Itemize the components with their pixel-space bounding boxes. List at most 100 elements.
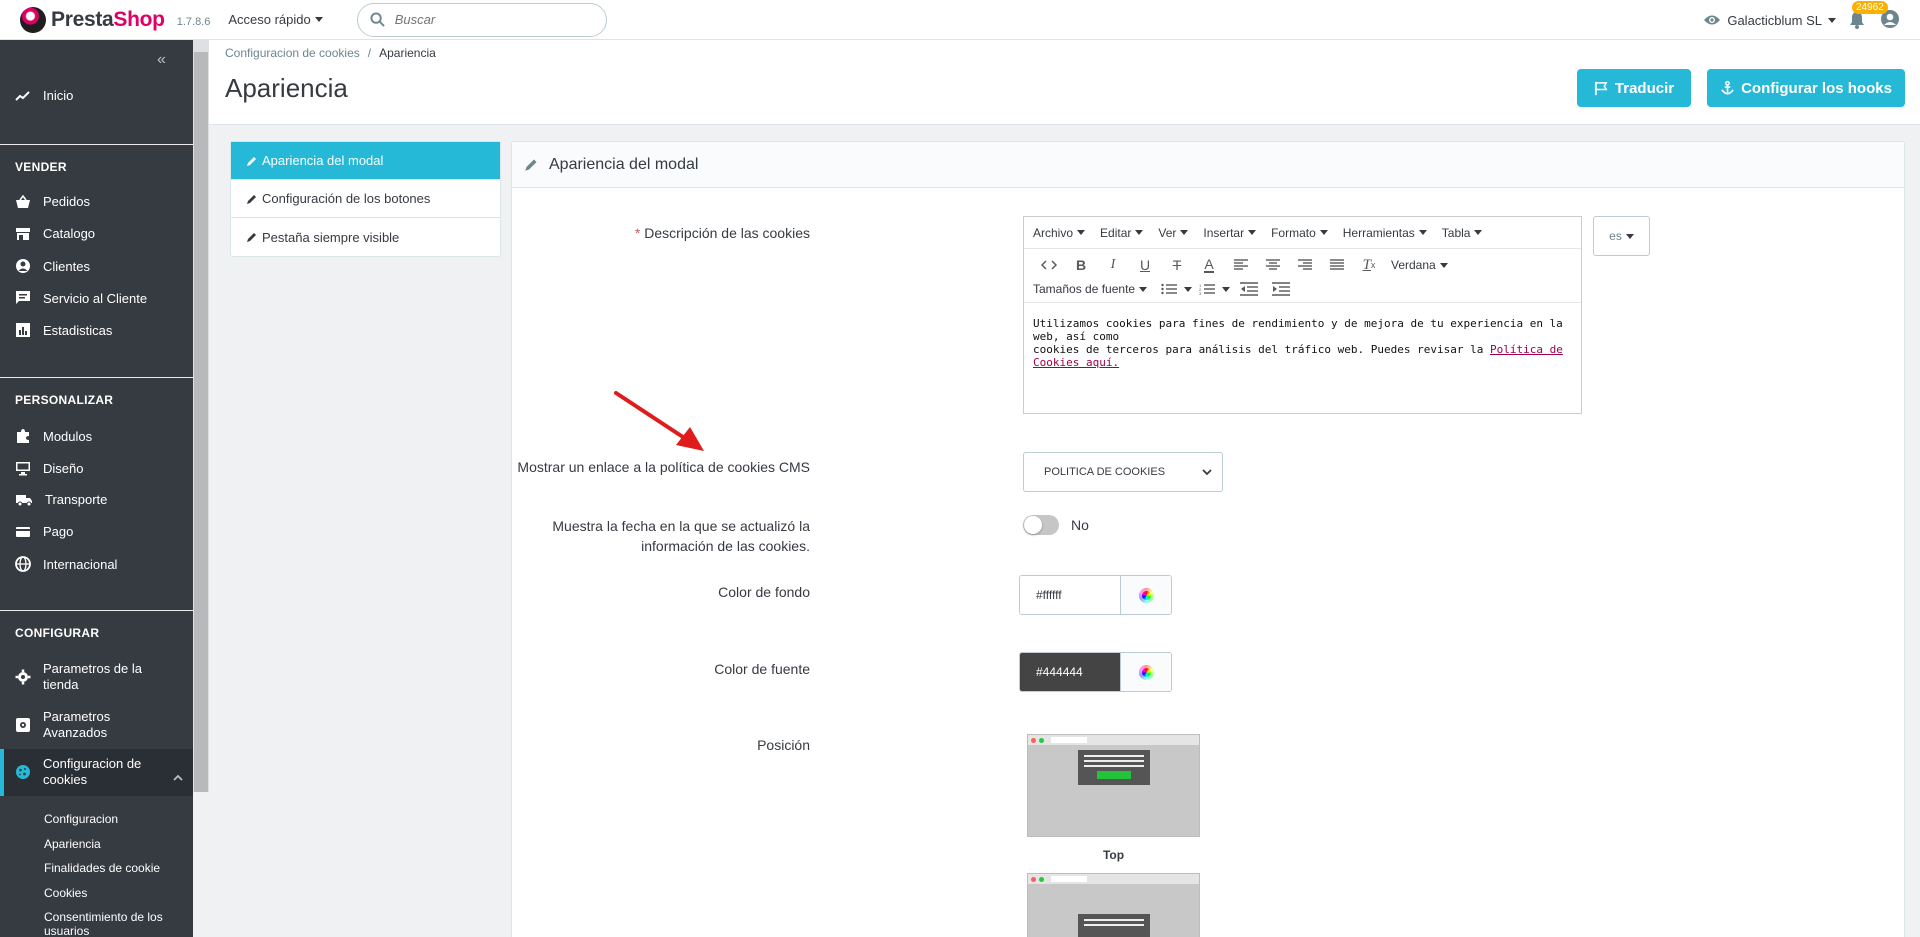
language-dropdown[interactable]: es bbox=[1593, 216, 1650, 256]
bullet-list-dropdown[interactable] bbox=[1181, 286, 1195, 292]
sidebar-item-configuracion-cookies-label[interactable]: Configuracion de cookies bbox=[15, 756, 141, 788]
tab-pestana-visible[interactable]: Pestaña siempre visible bbox=[231, 218, 500, 256]
cms-page-select[interactable]: POLITICA DE COOKIES bbox=[1023, 452, 1223, 492]
sidebar-item-catalogo[interactable]: Catalogo bbox=[15, 226, 95, 241]
translate-button[interactable]: Traducir bbox=[1577, 69, 1691, 107]
rich-text-editor[interactable]: Archivo Editar Ver Insertar Formato Herr… bbox=[1023, 216, 1582, 414]
menu-insertar[interactable]: Insertar bbox=[1203, 226, 1257, 240]
panel-header: Apariencia del modal bbox=[512, 142, 1904, 188]
card-icon bbox=[16, 526, 30, 537]
text-color-icon[interactable]: A bbox=[1193, 253, 1225, 277]
menu-herramientas[interactable]: Herramientas bbox=[1343, 226, 1427, 240]
font-color-button[interactable] bbox=[1120, 653, 1171, 691]
chevron-down-icon bbox=[1202, 468, 1212, 475]
show-date-toggle[interactable]: No bbox=[1023, 515, 1089, 535]
align-justify-icon[interactable] bbox=[1321, 253, 1353, 277]
sidebar-item-estadisticas[interactable]: Estadisticas bbox=[15, 322, 112, 338]
tab-apariencia-modal[interactable]: Apariencia del modal bbox=[231, 142, 500, 180]
menu-ver[interactable]: Ver bbox=[1158, 226, 1189, 240]
sidebar-subitem-configuracion[interactable]: Configuracion bbox=[44, 812, 118, 826]
trend-icon bbox=[15, 90, 30, 101]
cms-link-label: Mostrar un enlace a la política de cooki… bbox=[517, 459, 810, 475]
puffin-logo-icon bbox=[20, 6, 46, 33]
menu-archivo[interactable]: Archivo bbox=[1033, 226, 1086, 240]
bullet-list-icon[interactable] bbox=[1157, 277, 1181, 301]
shop-view-link[interactable]: Galacticblum SL bbox=[1703, 13, 1836, 28]
indent-icon[interactable] bbox=[1265, 277, 1297, 301]
sidebar-section-vender: VENDER bbox=[15, 160, 67, 174]
prestashop-logo[interactable]: PrestaShop bbox=[20, 6, 165, 33]
collapse-sidebar-icon[interactable]: « bbox=[157, 51, 166, 69]
sidebar-subitem-consentimiento[interactable]: Consentimiento de los usuarios bbox=[44, 910, 163, 937]
bg-color-input[interactable]: #ffffff bbox=[1020, 576, 1120, 614]
sidebar-item-clientes[interactable]: Clientes bbox=[15, 258, 90, 274]
user-icon bbox=[16, 259, 30, 273]
underline-icon[interactable]: U bbox=[1129, 253, 1161, 277]
notifications-badge: 24962 bbox=[1852, 1, 1888, 14]
sidebar-subitem-finalidades[interactable]: Finalidades de cookie bbox=[44, 861, 160, 875]
strikethrough-icon[interactable]: T bbox=[1161, 253, 1193, 277]
source-code-icon[interactable] bbox=[1033, 253, 1065, 277]
sidebar-item-inicio[interactable]: Inicio bbox=[15, 88, 73, 103]
sidebar-item-internacional[interactable]: Internacional bbox=[15, 556, 117, 572]
font-color-input[interactable]: #444444 bbox=[1020, 653, 1120, 691]
breadcrumb-parent-link[interactable]: Configuracion de cookies bbox=[225, 46, 360, 60]
breadcrumb: Configuracion de cookies / Apariencia bbox=[225, 46, 436, 60]
search-input[interactable] bbox=[394, 12, 585, 27]
numbered-list-icon[interactable]: 123 bbox=[1195, 277, 1219, 301]
sidebar-subitem-apariencia[interactable]: Apariencia bbox=[44, 837, 101, 851]
scrollbar-thumb[interactable] bbox=[194, 52, 208, 792]
italic-icon[interactable]: I bbox=[1097, 253, 1129, 277]
menu-formato[interactable]: Formato bbox=[1271, 226, 1328, 240]
bg-color-picker: #ffffff bbox=[1019, 575, 1172, 615]
eye-icon bbox=[1704, 15, 1721, 25]
sidebar-item-parametros-tienda[interactable]: Parametros de la tienda bbox=[15, 661, 142, 693]
pencil-icon bbox=[247, 233, 256, 242]
sidebar-item-servicio-cliente[interactable]: Servicio al Cliente bbox=[15, 290, 147, 306]
store-icon bbox=[16, 227, 30, 240]
clear-format-icon[interactable]: Tx bbox=[1353, 253, 1385, 277]
basket-icon bbox=[16, 194, 30, 208]
quick-access-dropdown[interactable]: Acceso rápido bbox=[228, 12, 323, 27]
search-box[interactable] bbox=[356, 2, 607, 37]
position-option-top[interactable] bbox=[1027, 734, 1200, 837]
sidebar-item-parametros-avanzados[interactable]: Parametros Avanzados bbox=[15, 709, 110, 741]
align-left-icon[interactable] bbox=[1225, 253, 1257, 277]
sidebar-item-transporte[interactable]: Transporte bbox=[15, 492, 107, 507]
chevron-up-icon[interactable] bbox=[173, 774, 183, 781]
bg-color-button[interactable] bbox=[1120, 576, 1171, 614]
globe-icon bbox=[15, 556, 31, 572]
sidebar-item-pago[interactable]: Pago bbox=[15, 524, 73, 539]
sidebar-item-diseno[interactable]: Diseño bbox=[15, 460, 83, 476]
sidebar-item-pedidos[interactable]: Pedidos bbox=[15, 194, 90, 209]
configure-hooks-button[interactable]: Configurar los hooks bbox=[1707, 69, 1905, 107]
position-label: Posición bbox=[757, 737, 810, 753]
outdent-icon[interactable] bbox=[1233, 277, 1265, 301]
align-right-icon[interactable] bbox=[1289, 253, 1321, 277]
position-top-label: Top bbox=[1102, 848, 1125, 862]
font-family-select[interactable]: Verdana bbox=[1391, 258, 1448, 272]
modal-preview bbox=[1078, 914, 1150, 937]
menu-editar[interactable]: Editar bbox=[1100, 226, 1144, 240]
bg-color-label: Color de fondo bbox=[718, 584, 810, 600]
sidebar: « Inicio VENDER Pedidos Catalogo Cliente… bbox=[0, 40, 193, 937]
notifications-button[interactable]: 24962 bbox=[1848, 1, 1888, 30]
monitor-icon bbox=[16, 462, 30, 476]
sidebar-scrollbar[interactable] bbox=[193, 40, 209, 792]
sidebar-item-modulos[interactable]: Modulos bbox=[15, 428, 92, 444]
color-wheel-icon bbox=[1138, 664, 1154, 680]
svg-text:3: 3 bbox=[1199, 291, 1202, 295]
align-center-icon[interactable] bbox=[1257, 253, 1289, 277]
tab-configuracion-botones[interactable]: Configuración de los botones bbox=[231, 180, 500, 218]
menu-tabla[interactable]: Tabla bbox=[1442, 226, 1483, 240]
sidebar-subitem-cookies[interactable]: Cookies bbox=[44, 886, 87, 900]
bold-icon[interactable]: B bbox=[1065, 253, 1097, 277]
numbered-list-dropdown[interactable] bbox=[1219, 286, 1233, 292]
font-size-select[interactable]: Tamaños de fuente bbox=[1033, 282, 1148, 296]
chat-icon bbox=[16, 291, 30, 304]
position-option-center[interactable] bbox=[1027, 873, 1200, 937]
toggle-switch[interactable] bbox=[1023, 515, 1059, 535]
page-title: Apariencia bbox=[225, 73, 348, 103]
cookie-icon bbox=[16, 765, 30, 779]
editor-content[interactable]: Utilizamos cookies para fines de rendimi… bbox=[1024, 303, 1581, 383]
